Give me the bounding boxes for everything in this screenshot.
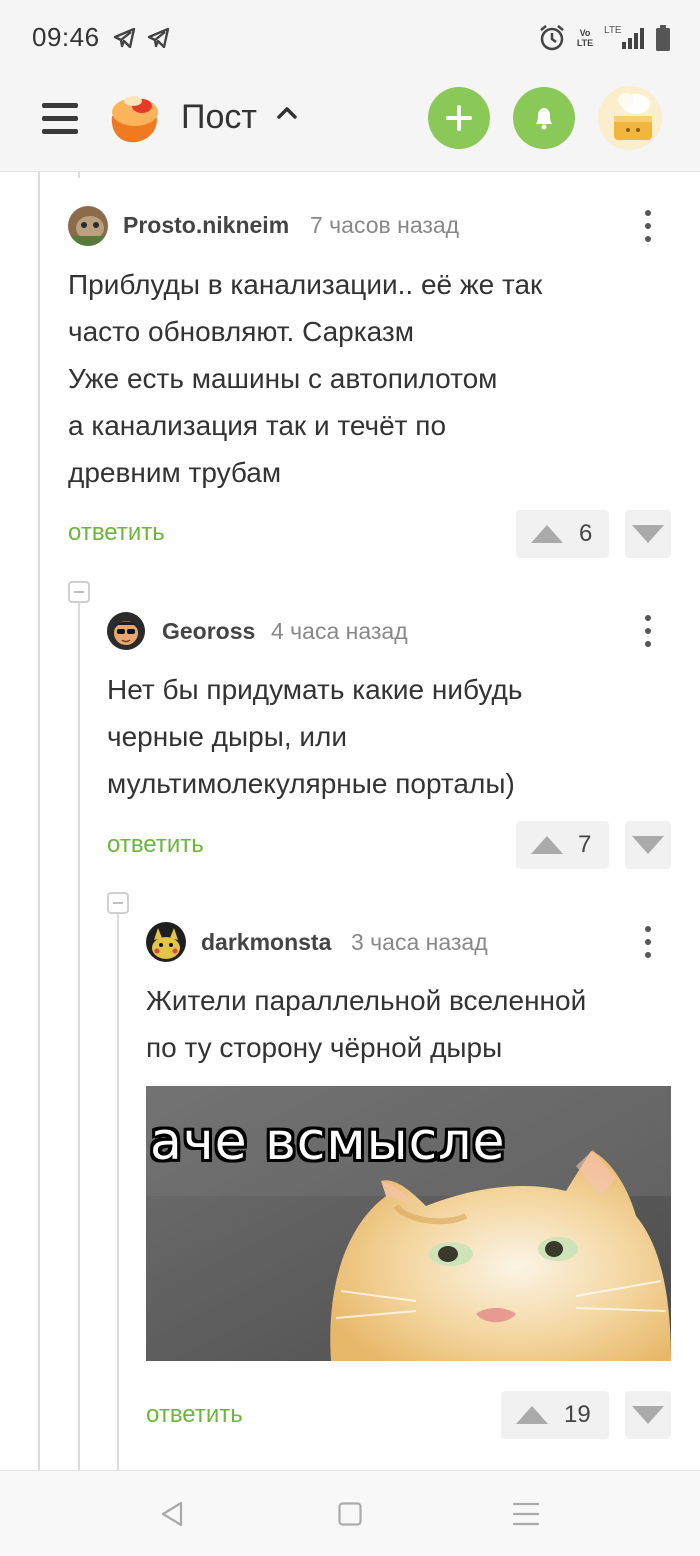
comment-text: Нет бы придумать какие нибудь черные дыр…: [107, 666, 522, 807]
more-options-icon[interactable]: [643, 926, 653, 960]
upvote-icon: [516, 1406, 548, 1424]
comment-line: мультимолекулярные порталы): [107, 768, 515, 799]
lte-label: LTE: [604, 25, 622, 36]
comment-time: 4 часа назад: [271, 618, 408, 644]
comment-line: Жители параллельной вселенной: [146, 985, 587, 1016]
app-header: Пост: [0, 76, 700, 172]
lte-signal-icon: LTE: [604, 25, 646, 51]
downvote-button[interactable]: [625, 1391, 671, 1439]
thread-line: [117, 904, 119, 1470]
comment-image[interactable]: аче всмысле: [146, 1086, 671, 1361]
downvote-button[interactable]: [625, 510, 671, 558]
telegram-icon: [148, 28, 170, 48]
thread-line-stub: [78, 172, 80, 178]
comment-line: часто обновляют. Сарказм: [68, 316, 414, 347]
upvote-button[interactable]: 7: [516, 821, 609, 869]
collapse-thread-button[interactable]: [68, 581, 90, 603]
recents-icon[interactable]: [512, 1501, 540, 1527]
comment-text: Приблуды в канализации.. её же так часто…: [68, 261, 542, 496]
collapse-thread-button[interactable]: [107, 892, 129, 914]
reply-button[interactable]: ответить: [107, 831, 204, 859]
upvote-icon: [531, 836, 563, 854]
notifications-button[interactable]: [513, 87, 575, 149]
comment-line: Нет бы придумать какие нибудь: [107, 674, 523, 705]
thread-line: [38, 172, 40, 1470]
upvote-button[interactable]: 6: [516, 510, 609, 558]
upvote-button[interactable]: 19: [501, 1391, 609, 1439]
more-options-icon[interactable]: [643, 615, 653, 649]
bell-icon: [536, 108, 552, 130]
comment-line: Уже есть машины с автопилотом: [68, 363, 498, 394]
telegram-icon: [114, 28, 136, 48]
status-time: 09:46: [32, 22, 100, 52]
status-bar: 09:46 Vo LTE LTE: [0, 0, 700, 76]
reply-button[interactable]: ответить: [146, 1401, 243, 1429]
comment-username[interactable]: Prosto.nikneim: [123, 212, 289, 239]
more-options-icon[interactable]: [643, 210, 653, 244]
system-nav-bar: [0, 1470, 700, 1556]
menu-icon[interactable]: [42, 98, 80, 138]
volte-label-bottom: LTE: [576, 38, 594, 48]
back-icon[interactable]: [160, 1501, 184, 1527]
thread-line: [78, 592, 80, 1470]
battery-icon: [656, 25, 670, 51]
comment-line: Приблуды в канализации.. её же так: [68, 269, 543, 300]
home-icon[interactable]: [338, 1502, 362, 1526]
comment-text: Жители параллельной вселенной по ту стор…: [146, 977, 586, 1071]
comment-line: черные дыры, или: [107, 721, 348, 752]
comments-feed[interactable]: Prosto.nikneim 7 часов назад Приблуды в …: [0, 172, 700, 1470]
reply-button[interactable]: ответить: [68, 519, 165, 547]
pikabu-logo[interactable]: [106, 90, 162, 146]
upvote-icon: [531, 525, 563, 543]
comment-username[interactable]: darkmonsta: [201, 929, 331, 956]
phone-screen: 09:46 Vo LTE LTE Пост Prosto.nikneim 7 ч…: [0, 0, 700, 1556]
avatar[interactable]: [146, 922, 186, 962]
rating-count: 19: [564, 1401, 591, 1428]
comment-line: а канализация так и течёт по: [68, 410, 447, 441]
downvote-icon: [632, 836, 664, 854]
status-icons: Vo LTE LTE: [538, 24, 670, 52]
volte-label-top: Vo: [579, 28, 591, 38]
page-title[interactable]: Пост: [181, 98, 257, 137]
add-post-button[interactable]: [428, 87, 490, 149]
comment-username[interactable]: Geoross: [162, 618, 255, 645]
avatar[interactable]: [68, 206, 108, 246]
downvote-icon: [632, 1406, 664, 1424]
comment-line: по ту сторону чёрной дыры: [146, 1032, 503, 1063]
downvote-icon: [632, 525, 664, 543]
comment-time: 3 часа назад: [351, 929, 488, 955]
comment-time: 7 часов назад: [310, 212, 460, 238]
chevron-up-icon[interactable]: [276, 102, 298, 124]
downvote-button[interactable]: [625, 821, 671, 869]
rating-count: 7: [578, 831, 592, 858]
alarm-icon: [540, 25, 564, 51]
rating-count: 6: [579, 520, 593, 547]
plus-icon: [446, 105, 472, 131]
avatar[interactable]: [106, 611, 146, 651]
image-caption: аче всмысле: [150, 1112, 506, 1172]
user-avatar[interactable]: [598, 86, 662, 150]
comment-line: древним трубам: [68, 457, 282, 488]
volte-icon: Vo LTE: [576, 28, 594, 48]
